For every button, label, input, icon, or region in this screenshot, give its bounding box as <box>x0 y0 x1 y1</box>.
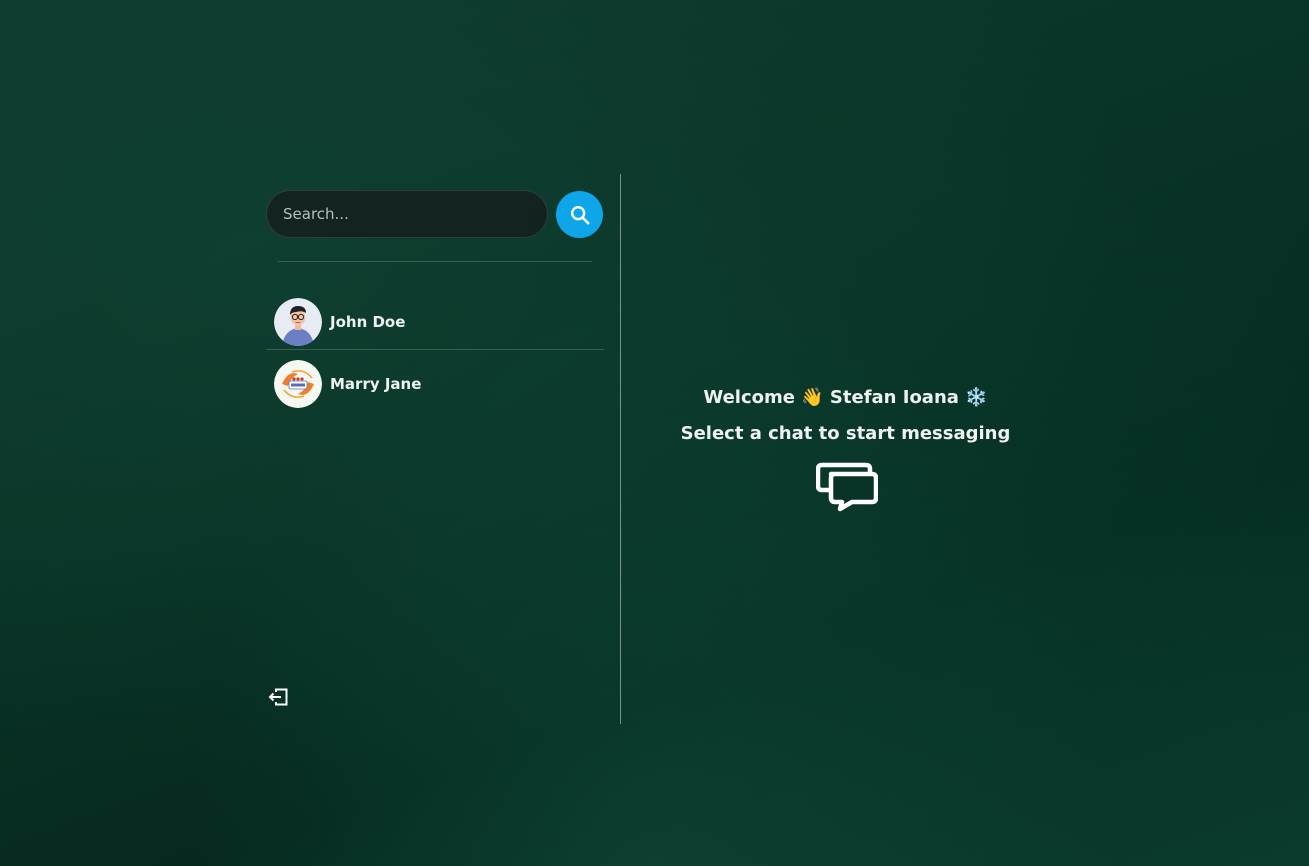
conversation-name: John Doe <box>330 312 406 331</box>
sidebar: John Doe <box>266 174 621 724</box>
avatar-logo-illustration <box>274 360 322 408</box>
chat-bubbles-icon <box>816 462 878 512</box>
welcome-message: Welcome 👋 Stefan Ioana ❄️ Select a chat … <box>621 380 1070 452</box>
logout-icon <box>268 688 288 706</box>
logout-button[interactable] <box>268 686 290 708</box>
chat-app: John Doe <box>266 174 1026 724</box>
sidebar-divider <box>278 261 592 262</box>
avatar <box>274 360 322 408</box>
conversation-list: John Doe Marry Jane <box>266 294 604 412</box>
avatar-man-illustration <box>274 297 322 346</box>
search-button[interactable] <box>556 191 603 238</box>
conversation-item[interactable]: Marry Jane <box>266 356 604 412</box>
conversation-name: Marry Jane <box>330 375 422 393</box>
welcome-subtitle: Select a chat to start messaging <box>680 423 1011 444</box>
chat-panel: Welcome 👋 Stefan Ioana ❄️ Select a chat … <box>621 174 1070 724</box>
conversation-item[interactable]: John Doe <box>266 294 604 350</box>
avatar <box>274 297 322 346</box>
welcome-title: Welcome 👋 Stefan Ioana ❄️ <box>703 387 988 408</box>
search-input[interactable] <box>266 190 548 238</box>
search-icon <box>570 205 590 225</box>
search-form <box>266 190 604 238</box>
